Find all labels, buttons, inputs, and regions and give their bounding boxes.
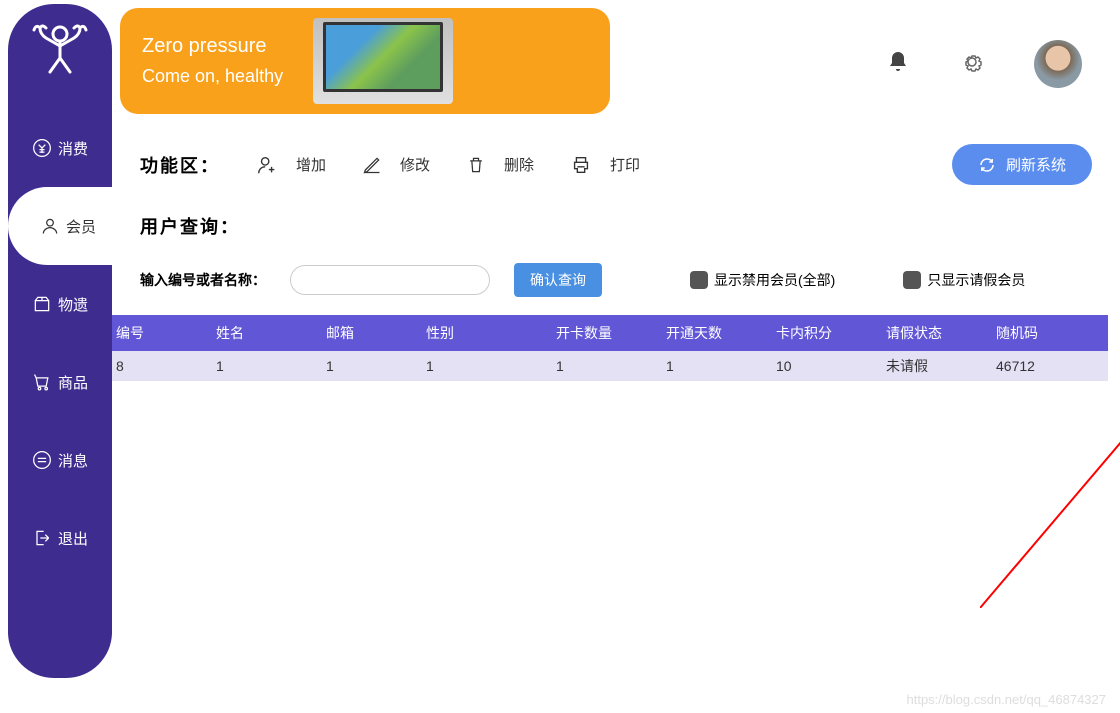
laptop-image <box>313 18 453 104</box>
search-title: 用户查询： <box>140 213 1112 239</box>
gear-icon[interactable] <box>960 50 984 79</box>
cell: 1 <box>556 358 666 374</box>
trash-icon <box>466 155 486 175</box>
checkbox-label: 显示禁用会员(全部) <box>714 270 835 290</box>
col-email: 邮箱 <box>326 323 426 343</box>
sidebar-item-label: 会员 <box>66 216 96 237</box>
col-points: 卡内积分 <box>776 323 886 343</box>
cell: 未请假 <box>886 356 996 376</box>
add-button[interactable]: 增加 <box>256 154 326 176</box>
sidebar-item-message[interactable]: 消息 <box>8 421 112 499</box>
sidebar-item-label: 消费 <box>58 138 88 159</box>
sidebar-item-label: 消息 <box>58 450 88 471</box>
print-label: 打印 <box>610 154 640 175</box>
refresh-icon <box>978 156 996 174</box>
checkbox-icon <box>690 271 708 289</box>
user-plus-icon <box>256 154 278 176</box>
sidebar-item-goods[interactable]: 商品 <box>8 343 112 421</box>
annotation-arrow <box>980 408 1120 608</box>
sidebar-item-label: 物遗 <box>58 294 88 315</box>
search-section: 用户查询： 输入编号或者名称： 确认查询 显示禁用会员(全部) 只显示请假会员 <box>120 213 1112 297</box>
sidebar-item-member[interactable]: 会员 <box>8 187 128 265</box>
col-id: 编号 <box>116 323 216 343</box>
col-cards: 开卡数量 <box>556 323 666 343</box>
col-code: 随机码 <box>996 323 1106 343</box>
col-gender: 性别 <box>426 323 556 343</box>
delete-button[interactable]: 删除 <box>466 154 534 175</box>
avatar[interactable] <box>1034 40 1082 88</box>
cell: 1 <box>326 358 426 374</box>
search-input-label: 输入编号或者名称： <box>140 270 266 290</box>
col-name: 姓名 <box>216 323 326 343</box>
top-actions <box>886 40 1082 88</box>
show-disabled-checkbox[interactable]: 显示禁用会员(全部) <box>690 270 835 290</box>
sidebar-item-label: 退出 <box>58 528 88 549</box>
promo-banner: Zero pressure Come on, healthy <box>120 8 610 114</box>
search-input[interactable] <box>290 265 490 295</box>
cell: 1 <box>426 358 556 374</box>
show-leave-checkbox[interactable]: 只显示请假会员 <box>903 270 1025 290</box>
col-days: 开通天数 <box>666 323 776 343</box>
pencil-icon <box>362 155 382 175</box>
cell: 1 <box>216 358 326 374</box>
watermark: https://blog.csdn.net/qq_46874327 <box>907 692 1107 707</box>
toolbar-title: 功能区： <box>140 152 220 178</box>
members-table: 编号 姓名 邮箱 性别 开卡数量 开通天数 卡内积分 请假状态 随机码 8 1 … <box>108 315 1108 381</box>
printer-icon <box>570 154 592 176</box>
main-content: Zero pressure Come on, healthy 功能区： 增加 修… <box>120 8 1112 705</box>
col-leave: 请假状态 <box>886 323 996 343</box>
banner-title: Zero pressure <box>142 35 283 58</box>
refresh-button[interactable]: 刷新系统 <box>952 144 1092 185</box>
function-toolbar: 功能区： 增加 修改 删除 打印 刷新系统 <box>120 144 1112 185</box>
checkbox-label: 只显示请假会员 <box>927 270 1025 290</box>
checkbox-icon <box>903 271 921 289</box>
app-logo <box>26 18 94 79</box>
bell-icon[interactable] <box>886 50 910 79</box>
cell: 10 <box>776 358 886 374</box>
edit-button[interactable]: 修改 <box>362 154 430 175</box>
banner-subtitle: Come on, healthy <box>142 66 283 87</box>
sidebar-item-logout[interactable]: 退出 <box>8 499 112 577</box>
delete-label: 删除 <box>504 154 534 175</box>
edit-label: 修改 <box>400 154 430 175</box>
confirm-search-button[interactable]: 确认查询 <box>514 263 602 297</box>
print-button[interactable]: 打印 <box>570 154 640 176</box>
table-row[interactable]: 8 1 1 1 1 1 10 未请假 46712 <box>108 351 1108 381</box>
cell: 8 <box>116 358 216 374</box>
cell: 1 <box>666 358 776 374</box>
refresh-label: 刷新系统 <box>1006 154 1066 175</box>
cell: 46712 <box>996 358 1106 374</box>
table-header-row: 编号 姓名 邮箱 性别 开卡数量 开通天数 卡内积分 请假状态 随机码 <box>108 315 1108 351</box>
sidebar-item-label: 商品 <box>58 372 88 393</box>
sidebar-item-lost[interactable]: 物遗 <box>8 265 112 343</box>
sidebar: 消费 会员 物遗 商品 消息 退出 <box>8 4 112 678</box>
sidebar-item-consume[interactable]: 消费 <box>8 109 112 187</box>
add-label: 增加 <box>296 154 326 175</box>
